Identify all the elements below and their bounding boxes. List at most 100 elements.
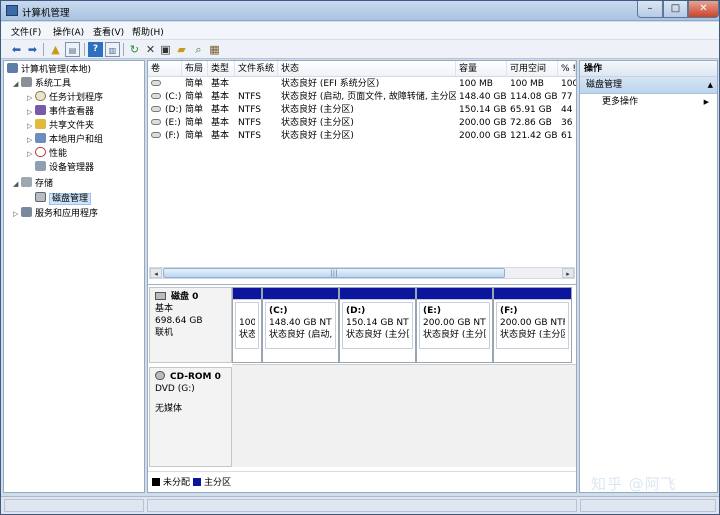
forward-arrow-icon[interactable]: ➡ <box>25 42 40 57</box>
scroll-left-icon[interactable]: ◂ <box>150 268 162 278</box>
close-button[interactable]: ✕ <box>688 1 719 18</box>
partition-block[interactable]: (E:) 200.00 GB NTFS 状态良好 (主分区) <box>416 287 493 363</box>
horizontal-scrollbar[interactable]: ◂ ||| ▸ <box>149 267 575 279</box>
volume-row[interactable]: (C:) 简单 基本 NTFS 状态良好 (启动, 页面文件, 故障转储, 主分区) 14… <box>148 91 576 104</box>
cell-capacity: 200.00 GB <box>456 117 507 130</box>
device-manager-icon <box>35 161 46 171</box>
delete-icon[interactable]: ✕ <box>143 42 158 57</box>
cell-type: 基本 <box>208 117 235 130</box>
tree-item-shared-folders[interactable]: ▷ 共享文件夹 <box>27 119 94 132</box>
column-status[interactable]: 状态 <box>278 61 456 77</box>
column-free-space[interactable]: 可用空间 <box>507 61 558 77</box>
cell-vol: (F:) <box>148 130 182 143</box>
column-capacity[interactable]: 容量 <box>456 61 507 77</box>
expand-icon[interactable]: ▷ <box>27 148 35 161</box>
cdrom-info[interactable]: CD-ROM 0 DVD (G:) 无媒体 <box>149 367 232 467</box>
cell-type: 基本 <box>208 130 235 143</box>
menu-file[interactable]: 文件(F) <box>11 25 41 38</box>
performance-icon <box>35 147 46 157</box>
tree-item-performance[interactable]: ▷ 性能 <box>27 147 67 160</box>
cell-free: 100 MB <box>507 78 558 91</box>
tree-item-device-manager[interactable]: 设备管理器 <box>35 161 94 174</box>
partition-block[interactable]: (F:) 200.00 GB NTFS 状态良好 (主分区) <box>493 287 572 363</box>
menu-help[interactable]: 帮助(H) <box>132 25 164 38</box>
cell-status: 状态良好 (主分区) <box>278 117 456 130</box>
help-icon[interactable]: ? <box>88 42 103 57</box>
cell-text: (E:) <box>165 118 181 128</box>
cdrom-media: 无媒体 <box>155 404 183 414</box>
volume-icon <box>151 132 161 138</box>
more-actions-label: 更多操作 <box>602 97 639 107</box>
properties-icon[interactable]: ▣ <box>158 42 173 57</box>
tree-item-label: 磁盘管理 <box>49 193 92 205</box>
partition-status: 状态良好 (主分区) <box>500 330 565 340</box>
collapse-up-icon[interactable]: ▲ <box>708 77 713 94</box>
column-volume[interactable]: 卷 <box>148 61 182 77</box>
menu-view[interactable]: 查看(V) <box>93 25 124 38</box>
cell-pct: 44 <box>558 104 576 117</box>
cell-layout: 简单 <box>182 117 208 130</box>
partition-color-bar <box>417 288 492 300</box>
cell-text: 简单 <box>185 105 204 115</box>
expand-icon[interactable]: ▷ <box>27 92 35 105</box>
disk-management-pane: 卷 布局 类型 文件系统 状态 容量 可用空间 % ! 简单 基本 状态良好 (EF… <box>147 60 577 493</box>
expand-icon[interactable]: ▷ <box>27 120 35 133</box>
cdrom-icon <box>155 371 165 380</box>
partition-block[interactable]: (C:) 148.40 GB NTFS 状态良好 (启动, 页 <box>262 287 339 363</box>
volume-row[interactable]: 简单 基本 状态良好 (EFI 系统分区) 100 MB 100 MB 100 <box>148 78 576 91</box>
column-percent-free[interactable]: % ! <box>558 61 576 77</box>
column-type[interactable]: 类型 <box>208 61 235 77</box>
cdrom-area[interactable] <box>232 364 576 467</box>
menu-action[interactable]: 操作(A) <box>53 25 84 38</box>
tree-item-services-apps[interactable]: ▷ 服务和应用程序 <box>13 207 98 220</box>
maximize-button[interactable]: □ <box>663 1 688 18</box>
disk0-info[interactable]: 磁盘 0 基本 698.64 GB 联机 <box>149 287 232 363</box>
collapse-icon[interactable]: ◢ <box>13 178 21 191</box>
collapse-icon[interactable]: ◢ <box>13 78 21 91</box>
tree-item-storage[interactable]: ◢ 存储 <box>13 177 53 190</box>
expand-icon[interactable]: ▷ <box>13 208 21 221</box>
show-hide-tree-icon[interactable]: ▤ <box>65 42 80 57</box>
actions-section-disk-management[interactable]: 磁盘管理 ▲ <box>580 77 717 94</box>
cell-pct: 77 <box>558 91 576 104</box>
disk-wizard-icon[interactable]: ▦ <box>207 42 222 57</box>
scrollbar-thumb[interactable]: ||| <box>163 268 505 278</box>
tree-item-system-tools[interactable]: ◢ 系统工具 <box>13 77 71 90</box>
minimize-button[interactable]: – <box>637 1 663 18</box>
partition-status: 状态良好 (主分区) <box>423 330 486 340</box>
refresh-icon[interactable]: ↻ <box>127 42 142 57</box>
computer-icon <box>7 63 18 73</box>
volume-row[interactable]: (E:) 简单 基本 NTFS 状态良好 (主分区) 200.00 GB 72.86 GB 3… <box>148 117 576 130</box>
cell-vol: (D:) <box>148 104 182 117</box>
volume-row[interactable]: (F:) 简单 基本 NTFS 状态良好 (主分区) 200.00 GB 121.42 GB… <box>148 130 576 143</box>
menu-bar: 文件(F) 操作(A) 查看(V) 帮助(H) <box>1 22 719 40</box>
more-actions-item[interactable]: 更多操作 ▶ <box>580 94 717 110</box>
column-filesystem[interactable]: 文件系统 <box>235 61 278 77</box>
cell-text: 200.00 GB <box>459 131 507 141</box>
partition-block[interactable]: 100 状态 <box>232 287 262 363</box>
partition-block[interactable]: (D:) 150.14 GB NTFS 状态良好 (主分区) <box>339 287 416 363</box>
cell-type: 基本 <box>208 78 235 91</box>
cell-fs: NTFS <box>235 104 278 117</box>
expand-icon[interactable]: ▷ <box>27 134 35 147</box>
tree-item-disk-management[interactable]: 磁盘管理 <box>35 192 92 205</box>
tree-item-label: 计算机管理(本地) <box>21 65 92 75</box>
partition-color-bar <box>494 288 571 300</box>
search-icon[interactable]: ⌕ <box>191 42 206 57</box>
navigation-tree: 计算机管理(本地) ◢ 系统工具 ▷ 任务计划程序 ▷ 事件查看器 ▷ 共享文件夹 ▷ 本… <box>3 60 145 493</box>
tree-item-event-viewer[interactable]: ▷ 事件查看器 <box>27 105 94 118</box>
scroll-right-icon[interactable]: ▸ <box>562 268 574 278</box>
show-hide-action-pane-icon[interactable]: ▥ <box>105 42 120 57</box>
up-folder-icon[interactable]: ▲ <box>48 42 63 57</box>
tree-item-local-users[interactable]: ▷ 本地用户和组 <box>27 133 103 146</box>
expand-icon[interactable]: ▷ <box>27 106 35 119</box>
cell-status: 状态良好 (主分区) <box>278 130 456 143</box>
column-layout[interactable]: 布局 <box>182 61 208 77</box>
tree-item-task-scheduler[interactable]: ▷ 任务计划程序 <box>27 91 103 104</box>
partition-details: (C:) 148.40 GB NTFS 状态良好 (启动, 页 <box>265 302 336 349</box>
watermark-text: 知乎 @阿飞 <box>591 475 677 493</box>
open-folder-icon[interactable]: ▰ <box>174 42 189 57</box>
volume-row[interactable]: (D:) 简单 基本 NTFS 状态良好 (主分区) 150.14 GB 65.91 GB 4… <box>148 104 576 117</box>
back-arrow-icon[interactable]: ⬅ <box>9 42 24 57</box>
tree-item-root[interactable]: 计算机管理(本地) <box>7 63 91 76</box>
